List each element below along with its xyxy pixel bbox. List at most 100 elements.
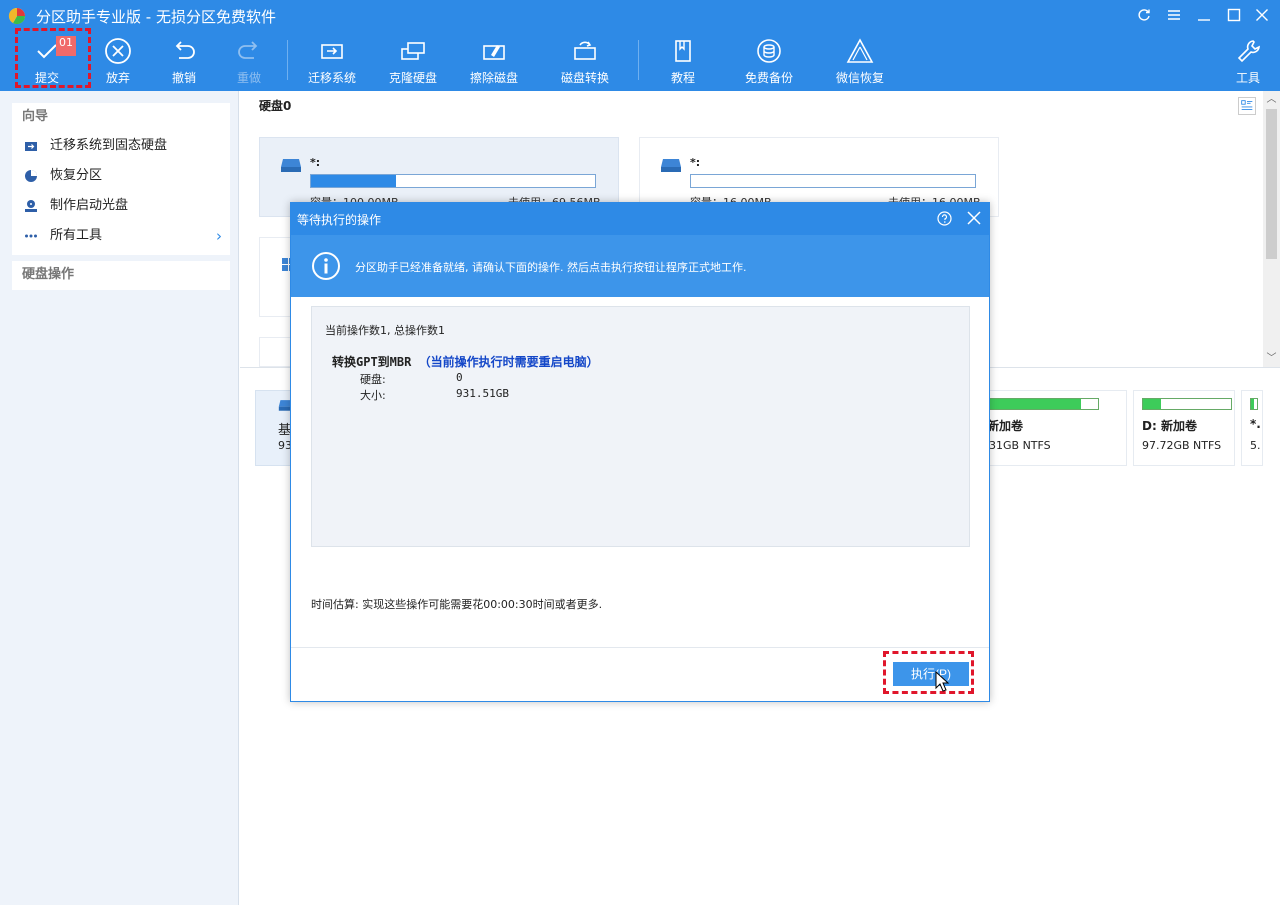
- volume-name: D: 新加卷: [1142, 419, 1197, 433]
- volume-usage-bar: [1142, 398, 1232, 410]
- toolbar-divider: [638, 40, 639, 80]
- volume-size: 97.72GB NTFS: [1142, 439, 1222, 452]
- undo-icon: [175, 41, 195, 59]
- sidebar-item-label: 迁移系统到固态硬盘: [50, 138, 168, 153]
- view-toggle-icon[interactable]: [1238, 97, 1256, 115]
- undo-label: 撤销: [171, 71, 196, 85]
- operation-detail-value: 0: [456, 371, 463, 384]
- scroll-down-icon[interactable]: ﹀: [1263, 350, 1280, 367]
- migrate-os-button[interactable]: 迁移系统: [297, 36, 367, 90]
- menu-button[interactable]: [1162, 4, 1186, 26]
- wipe-disk-icon: [483, 45, 505, 60]
- sidebar-item-migrate[interactable]: 迁移系统到固态硬盘: [12, 131, 230, 161]
- refresh-button[interactable]: [1132, 4, 1156, 26]
- help-icon[interactable]: [937, 211, 952, 226]
- convert-disk-icon: [574, 41, 596, 60]
- menu-icon: [1168, 10, 1180, 20]
- volume-usage-fill: [1251, 399, 1254, 409]
- migrate-icon: [25, 142, 37, 151]
- volume-usage-bar: [981, 398, 1099, 410]
- dialog-title: 等待执行的操作: [297, 213, 382, 227]
- operation-detail-label: 硬盘:: [360, 373, 386, 386]
- tools-button[interactable]: 工具: [1213, 36, 1280, 90]
- volume-card[interactable]: *. 5.: [1241, 390, 1263, 466]
- wipe-disk-button[interactable]: 擦除磁盘: [459, 36, 529, 90]
- wechat-recovery-label: 微信恢复: [835, 71, 884, 85]
- toolbar: 提交 01 放弃 撤销 重做 迁移系统 克隆硬盘 擦除磁盘 磁盘转换 教程 免费…: [0, 30, 1280, 91]
- time-estimate: 时间估算: 实现这些操作可能需要花00:00:30时间或者更多.: [311, 598, 603, 611]
- maximize-icon: [1227, 8, 1241, 22]
- disk-ops-header[interactable]: 硬盘操作: [12, 261, 230, 289]
- operation-detail-value: 931.51GB: [456, 387, 509, 400]
- scroll-thumb[interactable]: [1266, 109, 1277, 259]
- operation-title: 转换GPT到MBR: [332, 355, 412, 369]
- app-logo-icon: [8, 7, 26, 25]
- operations-list: 当前操作数1, 总操作数1 转换GPT到MBR （当前操作执行时需要重启电脑） …: [311, 306, 970, 547]
- sidebar-item-label: 所有工具: [50, 228, 103, 243]
- backup-icon: [757, 39, 781, 63]
- close-button[interactable]: [1250, 4, 1274, 26]
- clone-disk-button[interactable]: 克隆硬盘: [378, 36, 448, 90]
- redo-icon: [238, 41, 258, 59]
- tutorial-label: 教程: [670, 71, 695, 85]
- redo-button[interactable]: 重做: [214, 36, 284, 90]
- cancel-circle-icon: [105, 38, 131, 64]
- volume-usage-bar: [1250, 398, 1258, 410]
- volume-card[interactable]: D: 新加卷 97.72GB NTFS: [1133, 390, 1235, 466]
- toolbar-divider: [287, 40, 288, 80]
- convert-disk-button[interactable]: 磁盘转换: [550, 36, 620, 90]
- dialog-divider: [291, 647, 989, 648]
- sidebar-item-all-tools[interactable]: 所有工具 ›: [12, 221, 230, 251]
- close-icon: [1256, 9, 1268, 21]
- operation-item: 转换GPT到MBR （当前操作执行时需要重启电脑）: [332, 353, 599, 370]
- maximize-button[interactable]: [1222, 4, 1246, 26]
- partition-scrollbar[interactable]: ︿ ﹀: [1263, 91, 1280, 367]
- partition-usage-bar: [310, 174, 596, 188]
- wechat-recovery-button[interactable]: 微信恢复: [825, 36, 895, 90]
- discard-label: 放弃: [105, 71, 130, 85]
- minimize-button[interactable]: [1192, 4, 1216, 26]
- minimize-icon: [1198, 19, 1210, 21]
- app-title: 分区助手专业版 - 无损分区免费软件: [36, 8, 276, 26]
- wizard-panel: 向导 迁移系统到固态硬盘 恢复分区 制作启动光盘 所有工具 ›: [12, 103, 230, 255]
- convert-disk-label: 磁盘转换: [560, 71, 609, 85]
- undo-button[interactable]: 撤销: [149, 36, 219, 90]
- wrench-icon: [1237, 40, 1260, 63]
- execute-highlight-annotation: [883, 651, 974, 694]
- clone-disk-label: 克隆硬盘: [388, 71, 437, 85]
- sidebar-item-recover-partition[interactable]: 恢复分区: [12, 161, 230, 191]
- partition-name: *:: [310, 156, 321, 169]
- operation-counter: 当前操作数1, 总操作数1: [325, 324, 445, 337]
- sidebar-item-boot-disk[interactable]: 制作启动光盘: [12, 191, 230, 221]
- operation-reboot-note: （当前操作执行时需要重启电脑）: [418, 355, 599, 369]
- discard-button[interactable]: 放弃: [83, 36, 153, 90]
- tutorial-button[interactable]: 教程: [648, 36, 718, 90]
- sidebar-item-label: 制作启动光盘: [50, 198, 129, 213]
- wizard-header: 向导: [22, 109, 49, 124]
- volume-name: *.: [1250, 417, 1261, 431]
- submit-highlight-annotation: [15, 28, 91, 88]
- free-backup-button[interactable]: 免费备份: [734, 36, 804, 90]
- volume-size: 31GB NTFS: [989, 439, 1051, 452]
- dialog-info-banner: 分区助手已经准备就绪, 请确认下面的操作. 然后点击执行按钮让程序正式地工作.: [291, 235, 989, 297]
- more-icon: [25, 234, 37, 238]
- mouse-cursor-icon: [935, 671, 950, 692]
- boot-disk-icon: [25, 200, 37, 212]
- partition-name: *:: [690, 156, 701, 169]
- dialog-title-bar: 等待执行的操作: [291, 203, 989, 235]
- partition-usage-bar: [690, 174, 976, 188]
- pie-icon: [25, 170, 37, 182]
- scroll-up-icon[interactable]: ︿: [1263, 91, 1280, 108]
- refresh-icon: [1138, 9, 1150, 21]
- title-bar: 分区助手专业版 - 无损分区免费软件: [0, 0, 1280, 30]
- migrate-icon: [321, 44, 343, 59]
- volume-size: 5.: [1250, 439, 1261, 452]
- redo-label: 重做: [236, 71, 261, 85]
- wechat-recovery-icon: [846, 38, 874, 63]
- volume-card[interactable]: 新加卷 31GB NTFS: [970, 390, 1127, 466]
- dialog-info-message: 分区助手已经准备就绪, 请确认下面的操作. 然后点击执行按钮让程序正式地工作.: [355, 261, 747, 274]
- sidebar: 向导 迁移系统到固态硬盘 恢复分区 制作启动光盘 所有工具 › 硬盘操作: [0, 91, 239, 905]
- dialog-close-icon[interactable]: [967, 211, 981, 225]
- wipe-disk-label: 擦除磁盘: [469, 71, 518, 85]
- pending-operations-dialog: 等待执行的操作 分区助手已经准备就绪, 请确认下面的操作. 然后点击执行按钮让程…: [290, 202, 990, 702]
